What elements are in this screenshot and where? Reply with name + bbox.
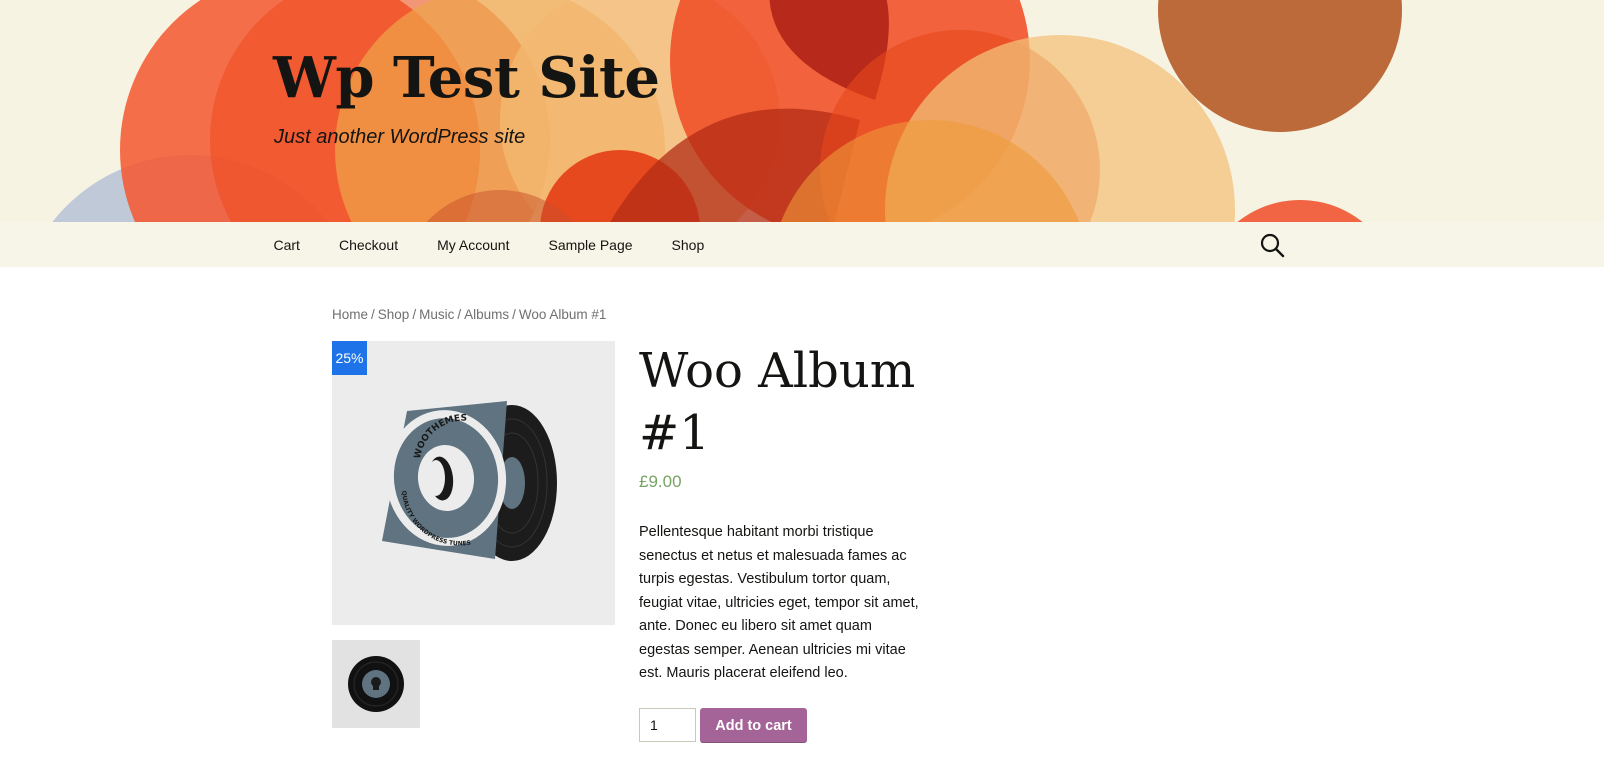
vinyl-thumbnail-image (348, 656, 404, 712)
search-icon[interactable] (1258, 231, 1286, 259)
quantity-input[interactable] (639, 708, 696, 742)
breadcrumb-separator: / (412, 307, 417, 322)
nav-item-checkout[interactable]: Checkout (319, 222, 417, 267)
breadcrumb-separator: / (512, 307, 516, 322)
product-short-description: Pellentesque habitant morbi tristique se… (639, 524, 919, 681)
nav-link-sample-page[interactable]: Sample Page (548, 237, 632, 253)
breadcrumb-shop[interactable]: Shop (378, 307, 410, 322)
nav-item-my-account[interactable]: My Account (418, 222, 529, 267)
nav-link-cart[interactable]: Cart (274, 237, 300, 253)
nav-link-my-account[interactable]: My Account (437, 237, 509, 253)
nav-item-cart[interactable]: Cart (254, 222, 319, 267)
breadcrumb-albums[interactable]: Albums (464, 307, 509, 322)
nav-link-checkout[interactable]: Checkout (339, 237, 398, 253)
header-background-art (52, 0, 1402, 222)
add-to-cart-button[interactable]: Add to cart (700, 708, 807, 743)
product-price: £9.00 (639, 472, 682, 491)
site-tagline: Just another WordPress site (274, 126, 526, 148)
nav-item-sample-page[interactable]: Sample Page (529, 222, 652, 267)
breadcrumb-current: Woo Album #1 (518, 307, 607, 322)
album-cover-illustration: WOOTHEMES QUALITY WORDPRESS TUNES (382, 401, 557, 561)
nav-item-shop[interactable]: Shop (652, 222, 724, 267)
breadcrumb-home[interactable]: Home (332, 307, 368, 322)
breadcrumb-music[interactable]: Music (419, 307, 454, 322)
breadcrumb-separator: / (457, 307, 462, 322)
nav-link-shop[interactable]: Shop (672, 237, 705, 253)
breadcrumb-separator: / (371, 307, 375, 322)
product-main-image[interactable]: WOOTHEMES QUALITY WORDPRESS TUNES (332, 341, 615, 625)
site-header: Wp Test Site Just another WordPress site (0, 0, 1604, 222)
site-title[interactable]: Wp Test Site (273, 50, 660, 106)
sale-badge: 25% (332, 341, 367, 375)
nav-menu: Cart Checkout My Account Sample Page Sho… (254, 222, 724, 267)
product-thumbnail[interactable] (332, 640, 420, 728)
main-navigation: Cart Checkout My Account Sample Page Sho… (0, 222, 1604, 267)
breadcrumb: Home / Shop / Music / Albums / Woo Album #1 (332, 307, 606, 322)
product-title: Woo Album #1 (639, 343, 916, 461)
